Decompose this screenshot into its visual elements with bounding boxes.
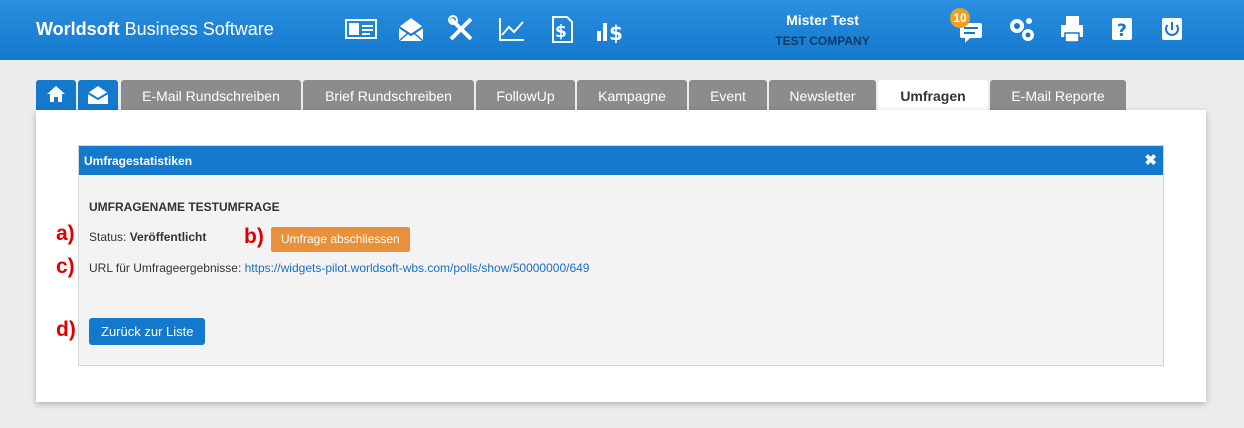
tab-newsletter[interactable]: Newsletter: [769, 80, 876, 110]
invoice-icon[interactable]: $: [544, 13, 578, 45]
status-label: Status:: [89, 230, 130, 244]
tab-event[interactable]: Event: [689, 80, 767, 110]
tab-mailing[interactable]: [78, 80, 118, 110]
marker-b: b): [244, 225, 264, 248]
svg-text:$: $: [609, 21, 623, 45]
marker-c: c): [56, 255, 75, 278]
company-name: TEST COMPANY: [775, 34, 870, 48]
user-info: Mister Test TEST COMPANY: [740, 12, 905, 48]
dialog-header: Umfragestatistiken ✖: [79, 146, 1163, 175]
close-icon[interactable]: ✖: [1144, 151, 1157, 169]
marker-a: a): [56, 222, 75, 245]
tab-email-reporte[interactable]: E-Mail Reporte: [990, 80, 1126, 110]
help-icon[interactable]: ?: [1105, 13, 1139, 45]
mail-campaign-icon[interactable]: [394, 13, 428, 45]
chart-icon[interactable]: [494, 13, 528, 45]
user-name: Mister Test: [786, 12, 859, 28]
tab-followup[interactable]: FollowUp: [476, 80, 575, 110]
results-url-row: URL für Umfrageergebnisse: https://widge…: [89, 261, 589, 275]
back-to-list-button[interactable]: Zurück zur Liste: [89, 318, 206, 345]
print-icon[interactable]: [1055, 13, 1089, 45]
tab-brief-rundschreiben[interactable]: Brief Rundschreiben: [303, 80, 474, 110]
survey-statistics-dialog: Umfragestatistiken ✖ UMFRAGENAME TESTUMF…: [78, 145, 1164, 366]
mail-campaign-icon: [87, 86, 109, 104]
home-icon: [47, 86, 65, 102]
status-value: Veröffentlicht: [129, 230, 207, 244]
marker-d: d): [56, 318, 76, 341]
svg-text:$: $: [555, 22, 567, 42]
dialog-title: Umfragestatistiken: [84, 154, 193, 168]
url-label: URL für Umfrageergebnisse:: [89, 261, 245, 275]
survey-name: UMFRAGENAME TESTUMFRAGE: [89, 200, 280, 214]
app-title: Worldsoft Business Software: [36, 19, 274, 39]
notification-badge: 10: [950, 8, 970, 28]
svg-text:?: ?: [1117, 21, 1127, 41]
tab-umfragen[interactable]: Umfragen: [878, 80, 988, 110]
close-survey-button[interactable]: Umfrage abschliessen: [271, 227, 410, 252]
tools-icon[interactable]: [444, 13, 478, 45]
top-bar: Worldsoft Business Software $ $ Mister T…: [0, 0, 1244, 60]
status-row: Status: Veröffentlicht: [89, 230, 206, 244]
revenue-icon[interactable]: $: [594, 13, 628, 45]
tab-kampagne[interactable]: Kampagne: [577, 80, 687, 110]
contact-card-icon[interactable]: [344, 13, 378, 45]
tab-home[interactable]: [36, 80, 76, 110]
tab-email-rundschreiben[interactable]: E-Mail Rundschreiben: [121, 80, 301, 110]
results-url-link[interactable]: https://widgets-pilot.worldsoft-wbs.com/…: [245, 261, 590, 275]
power-icon[interactable]: [1155, 13, 1189, 45]
settings-icon[interactable]: [1005, 13, 1039, 45]
